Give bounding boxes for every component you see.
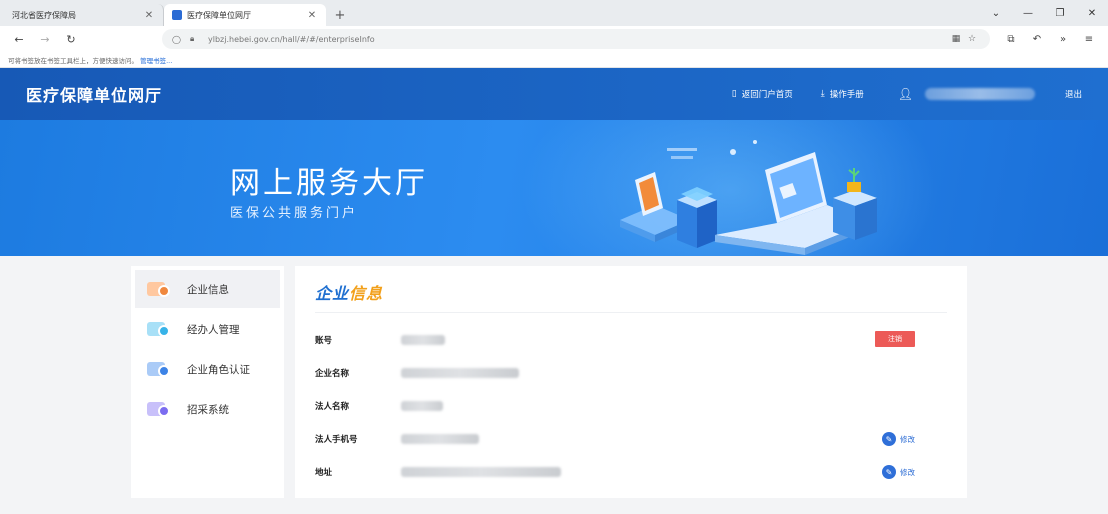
forward-icon[interactable]: → (32, 28, 58, 50)
cancel-account-button[interactable]: 注销 (875, 331, 915, 347)
document-icon: ▯ (731, 89, 737, 99)
site-logo[interactable]: 医疗保障单位网厅 (26, 82, 162, 106)
info-row-address: 地址 ✎ 修改 (315, 455, 947, 488)
enterprise-info-panel: 企业信息 账号 注销 企业名称 法人名称 法人手机号 ✎ 修改 地址 ✎ 修改 (295, 266, 967, 498)
info-row-legal-phone: 法人手机号 ✎ 修改 (315, 422, 947, 455)
sidebar-item-agent-management[interactable]: 经办人管理 (135, 310, 280, 348)
close-window-icon[interactable]: ✕ (1076, 0, 1108, 26)
star-icon[interactable]: ☆ (964, 34, 980, 44)
sidebar-item-enterprise-info[interactable]: 企业信息 (135, 270, 280, 308)
new-tab-button[interactable]: + (330, 5, 350, 25)
header-nav: ▯ 返回门户首页 ⤓ 操作手册 👤︎ 退出 (704, 87, 1082, 101)
panel-title-main: 企业 (315, 284, 350, 303)
sidebar-item-label: 企业角色认证 (187, 363, 250, 376)
menu-icon[interactable]: ≡ (1076, 28, 1102, 50)
return-home-link[interactable]: ▯ 返回门户首页 (732, 88, 793, 100)
browser-tab-2[interactable]: 医疗保障单位网厅 ✕ (164, 4, 326, 26)
sidebar-item-role-certification[interactable]: 企业角色认证 (135, 350, 280, 388)
hero-banner: 网上服务大厅 医保公共服务门户 (0, 120, 1108, 256)
user-icon[interactable]: 👤︎ (898, 87, 913, 101)
undo-icon[interactable]: ↶ (1024, 28, 1050, 50)
url-bar[interactable]: ◯ 🔒︎ ylbzj.hebei.gov.cn/hall/#/#/enterpr… (162, 29, 990, 49)
sidebar-item-label: 经办人管理 (187, 323, 240, 336)
minimize-icon[interactable]: — (1012, 0, 1044, 26)
divider (315, 312, 947, 313)
sidebar-item-procurement[interactable]: 招采系统 (135, 390, 280, 428)
favicon-icon (172, 10, 182, 20)
lock-icon[interactable]: 🔒︎ (190, 34, 202, 44)
reader-icon[interactable]: ▦ (948, 34, 964, 44)
download-icon: ⤓ (820, 89, 825, 99)
enterprise-info-icon (147, 280, 173, 298)
overflow-icon[interactable]: » (1050, 28, 1076, 50)
return-home-label: 返回门户首页 (741, 90, 793, 100)
edit-label: 修改 (900, 434, 915, 444)
site-header: 医疗保障单位网厅 ▯ 返回门户首页 ⤓ 操作手册 👤︎ 退出 (0, 68, 1108, 120)
logout-button[interactable]: 退出 (1065, 88, 1082, 100)
close-icon[interactable]: ✕ (143, 10, 155, 21)
reload-icon[interactable]: ↻ (58, 28, 84, 50)
field-label: 法人手机号 (315, 434, 358, 445)
account-value-blurred (401, 334, 445, 345)
banner-subtitle: 医保公共服务门户 (230, 206, 359, 221)
browser-tab-1[interactable]: 河北省医疗保障局 ✕ (4, 4, 164, 26)
procurement-icon (147, 400, 173, 418)
company-name-value-blurred (401, 367, 519, 378)
restore-icon[interactable]: ❐ (1044, 0, 1076, 26)
browser-tabbar: 河北省医疗保障局 ✕ 医疗保障单位网厅 ✕ + ⌄ — ❐ ✕ (0, 0, 1108, 26)
edit-label: 修改 (900, 467, 915, 477)
edit-address-button[interactable]: ✎ 修改 (882, 465, 915, 479)
sidebar-item-label: 招采系统 (187, 403, 229, 416)
field-label: 法人名称 (315, 401, 350, 412)
agent-management-icon (147, 320, 173, 338)
info-row-account: 账号 注销 (315, 323, 947, 356)
url-text: ylbzj.hebei.gov.cn/hall/#/#/enterpriseIn… (208, 34, 375, 44)
sidebar-item-label: 企业信息 (187, 283, 229, 296)
isometric-illustration-icon (620, 140, 877, 255)
banner-title: 网上服务大厅 (230, 166, 428, 201)
window-controls: ⌄ — ❐ ✕ (980, 0, 1108, 26)
field-label: 地址 (315, 467, 333, 478)
panel-title-highlight: 信息 (349, 284, 384, 303)
extension-icon[interactable]: ⧉ (998, 28, 1024, 50)
role-certification-icon (147, 360, 173, 378)
pencil-icon: ✎ (882, 465, 896, 479)
bookmark-hint: 可将书签放在书签工具栏上，方便快速访问。 (8, 57, 138, 65)
manual-link[interactable]: ⤓ 操作手册 (821, 88, 864, 100)
close-icon[interactable]: ✕ (306, 10, 318, 21)
sidebar: 企业信息 经办人管理 企业角色认证 招采系统 (131, 266, 284, 498)
bookmark-bar: 可将书签放在书签工具栏上，方便快速访问。 管理书签... (0, 52, 1108, 68)
manage-bookmarks-link[interactable]: 管理书签... (140, 57, 172, 65)
address-toolbar: ← → ↻ ◯ 🔒︎ ylbzj.hebei.gov.cn/hall/#/#/e… (0, 26, 1108, 52)
user-name-blurred (924, 88, 1035, 100)
back-icon[interactable]: ← (6, 28, 32, 50)
manual-label: 操作手册 (829, 90, 864, 100)
tab-title: 医疗保障单位网厅 (187, 10, 251, 20)
panel-title: 企业信息 (315, 280, 947, 304)
main-content: 企业信息 经办人管理 企业角色认证 招采系统 企业信息 账号 注销 企业名称 法… (0, 256, 1108, 514)
info-row-legal-person: 法人名称 (315, 389, 947, 422)
field-label: 企业名称 (315, 368, 350, 379)
chevron-down-icon[interactable]: ⌄ (980, 0, 1012, 26)
shield-icon[interactable]: ◯ (172, 35, 184, 44)
field-label: 账号 (315, 335, 333, 346)
pencil-icon: ✎ (882, 432, 896, 446)
legal-phone-value-blurred (401, 433, 479, 444)
info-row-company-name: 企业名称 (315, 356, 947, 389)
edit-phone-button[interactable]: ✎ 修改 (882, 432, 915, 446)
legal-person-value-blurred (401, 400, 443, 411)
address-value-blurred (401, 466, 561, 477)
tab-title: 河北省医疗保障局 (12, 10, 76, 20)
